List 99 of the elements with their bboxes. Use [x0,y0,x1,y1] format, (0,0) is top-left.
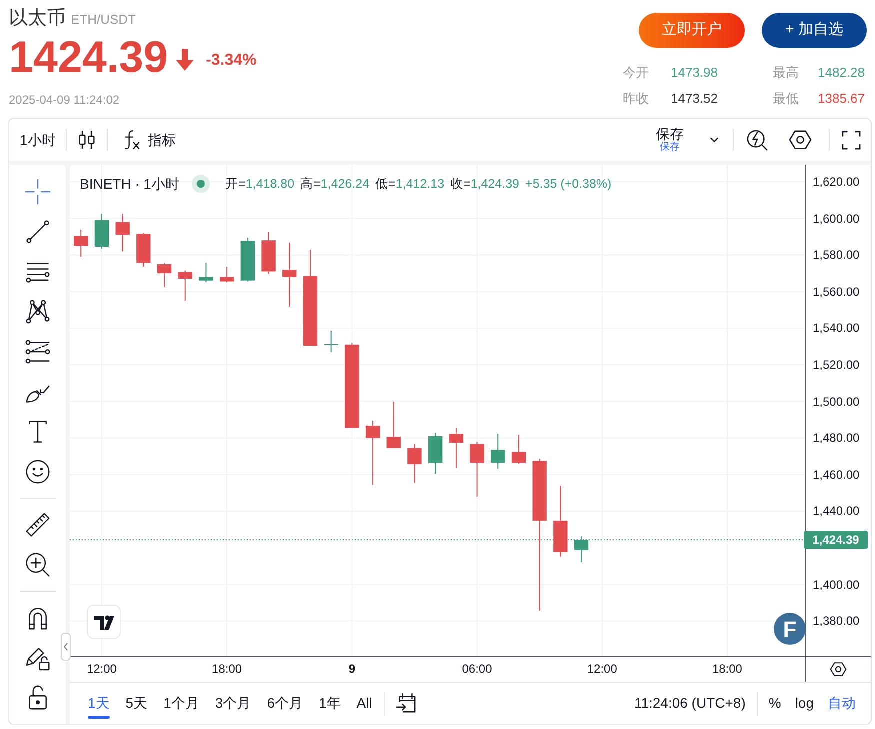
range-tab[interactable]: 3个月 [207,688,260,718]
candle [157,262,172,288]
candle [74,229,88,258]
candle [136,232,151,268]
price-axis-label: 1,460.00 [813,466,860,483]
price-axis-label: 1,500.00 [813,394,860,410]
price-axis-label: 1,440.00 [813,503,860,520]
candle [282,242,297,308]
legend-value: 1,418.80 [246,176,295,193]
collapse-handle[interactable] [61,633,71,661]
fullscreen-icon[interactable] [842,130,861,150]
legend-value: 1,412.13 [396,176,445,193]
candle [94,214,110,250]
range-tab[interactable]: 1天 [80,688,118,718]
logo-badge: F [774,613,806,645]
candle [386,402,401,449]
time-axis-label: 06:00 [462,661,492,677]
candle [116,214,130,252]
scale-option-button[interactable]: 自动 [821,688,863,718]
interval-button[interactable]: 1小时 [9,125,66,155]
price-axis-label: 1,600.00 [813,210,860,227]
settings-icon[interactable] [789,130,812,150]
stat-label: 最高 [773,64,800,82]
candle [408,444,422,484]
timestamp: 2025-04-09 11:24:02 [9,92,121,108]
trend-line-icon[interactable] [24,219,50,245]
stat-value: 1482.28 [818,64,866,82]
range-tab[interactable]: 1年 [310,688,349,718]
open-account-button[interactable]: 立即开户 [639,13,745,48]
stat-value: 1473.52 [671,90,719,108]
chevron-down-icon[interactable] [710,137,719,143]
legend-value: 1,424.39 [470,176,520,193]
last-price-label: 1,424.39 [804,530,868,549]
legend-change: +5.35 (+0.38%) [526,176,612,193]
candle [324,330,338,353]
range-tab[interactable]: 1个月 [156,688,208,718]
legend-value: 1,426.24 [320,176,370,193]
status-dot-icon [192,175,210,193]
price-axis-label: 1,480.00 [813,430,860,446]
price-axis-label: 1,400.00 [813,576,860,593]
legend-label: 高= [300,176,321,193]
price-axis-label: 1,620.00 [813,174,860,190]
candle [240,238,255,282]
price-axis-label: 1,380.00 [813,613,860,630]
price-axis-label: 1,540.00 [813,320,860,336]
range-tab[interactable]: 6个月 [259,688,311,718]
candle [178,270,192,302]
candle [428,432,443,475]
settings-icon[interactable] [830,662,847,677]
stat-value: 1473.98 [671,64,719,82]
time-axis-label: 9 [348,661,356,677]
zigzag-pattern-icon[interactable] [24,299,50,325]
legend-label: 低= [376,176,396,193]
time-axis-label: 12:00 [86,661,117,677]
scale-option-button[interactable]: log [788,688,821,718]
candlestick-icon[interactable] [78,130,96,150]
candle [449,427,464,469]
range-tab[interactable]: All [348,688,380,718]
clock-time: 11:24:06 (UTC+8) [634,694,746,713]
zoom-in-icon[interactable] [24,552,50,578]
candle [199,262,214,284]
candle [491,434,506,470]
price-axis-label: 1,560.00 [813,284,860,300]
price-axis-label: 1,520.00 [813,357,860,374]
calendar-arrow-icon[interactable] [396,693,418,714]
legend-label: 开= [226,176,246,193]
candle [220,266,234,284]
candle [470,442,484,498]
price-change: -3.34% [206,51,257,71]
crosshair-icon[interactable] [24,179,50,205]
candle [262,231,276,275]
time-axis-label: 18:00 [712,661,742,677]
scale-option-button[interactable]: % [762,688,788,718]
pencil-lock-icon[interactable] [24,645,50,671]
candle [574,536,589,563]
stat-value: 1385.67 [818,90,866,108]
stat-label: 最低 [773,90,800,108]
stat-label: 昨收 [623,90,650,108]
chevron-left-icon [64,643,68,651]
fibonacci-lines-icon[interactable] [24,339,50,365]
indicators-button[interactable]: 指标 [108,125,186,155]
ruler-icon[interactable] [24,512,50,538]
range-tab[interactable]: 5天 [118,688,156,718]
lightning-magnifier-icon[interactable] [747,130,768,150]
smiley-icon[interactable] [24,459,50,485]
candle [366,420,380,486]
asset-name: 以太币 [9,8,66,30]
time-axis-label: 12:00 [587,661,618,677]
save-button[interactable]: 保存 保存 [650,126,690,154]
candle [512,434,526,464]
pair-symbol: ETH/USDT [71,11,136,29]
legend-label: 收= [450,176,471,193]
time-axis-label: 18:00 [212,661,242,677]
price-axis-label: 1,580.00 [813,247,860,264]
function-icon [124,130,140,150]
last-price: 1424.39 [9,36,168,80]
stat-label: 今开 [623,64,650,82]
add-watchlist-button[interactable]: + 加自选 [762,13,867,48]
legend-title: BINETH · 1小时 [80,174,180,194]
